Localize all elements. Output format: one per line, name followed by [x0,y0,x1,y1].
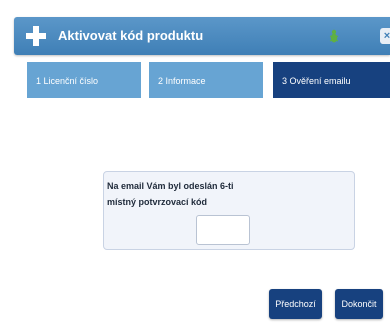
step-information[interactable]: 2 Informace [149,62,263,98]
bug-icon [329,29,339,43]
dialog-titlebar: Aktivovat kód produktu × [14,17,390,55]
step-email-verification[interactable]: 3 Ověření emailu [273,62,390,98]
verification-panel: Na email Vám byl odeslán 6-ti místný pot… [103,171,355,250]
close-icon[interactable]: × [380,28,390,44]
verification-code-input[interactable] [196,215,250,245]
verification-message: Na email Vám byl odeslán 6-ti místný pot… [107,181,234,207]
step-license-number[interactable]: 1 Licenční číslo [27,62,141,98]
previous-button[interactable]: Předchozí [269,289,322,319]
finish-button[interactable]: Dokončit [335,289,383,319]
plus-icon [26,26,46,46]
wizard-steps: 1 Licenční číslo 2 Informace 3 Ověření e… [27,62,390,98]
dialog-title: Aktivovat kód produktu [58,28,204,43]
